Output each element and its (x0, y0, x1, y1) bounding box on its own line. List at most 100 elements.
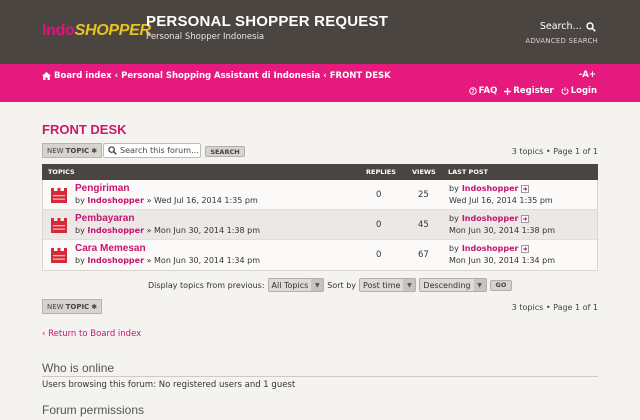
view-latest-post-icon[interactable] (521, 215, 530, 223)
breadcrumb-category[interactable]: Personal Shopping Assistant di Indonesia (121, 71, 320, 81)
search-icon (586, 21, 596, 32)
sort-by-label: Sort by (327, 280, 357, 290)
column-header-replies: REPLIES (366, 168, 396, 176)
forum-permissions-heading: Forum permissions (42, 403, 145, 417)
topic-author-link[interactable]: Indoshopper (87, 226, 144, 235)
topic-title-link[interactable]: Pembayaran (75, 213, 134, 224)
topic-views: 45 (418, 220, 429, 230)
divider (42, 376, 598, 377)
breadcrumb-separator: ‹ (114, 71, 119, 81)
sort-direction-select[interactable]: Descending ▼ (419, 278, 487, 292)
topic-icon (51, 248, 67, 263)
faq-label: FAQ (478, 86, 498, 96)
topic-by: by (75, 226, 85, 235)
chevron-down-icon: ▼ (311, 279, 324, 291)
new-topic-suffix: TOPIC (65, 302, 90, 311)
table-row: Pembayaran by Indoshopper » Mon Jun 30, … (43, 210, 597, 240)
help-icon: ? (468, 87, 477, 95)
topic-icon (51, 218, 67, 233)
last-post: by Indoshopper Wed Jul 16, 2014 1:35 pm (449, 183, 553, 207)
login-link[interactable]: Login (561, 86, 597, 96)
register-link[interactable]: Register (504, 86, 554, 96)
topic-date: » Mon Jun 30, 2014 1:38 pm (146, 226, 261, 235)
header-search-label: Search… (539, 21, 582, 32)
sort-key-select[interactable]: Post time ▼ (359, 278, 417, 292)
last-post-author-link[interactable]: Indoshopper (462, 213, 519, 225)
site-title[interactable]: PERSONAL SHOPPER REQUEST (146, 13, 388, 30)
chevron-down-icon: ▼ (403, 279, 416, 291)
chevron-down-icon: ▼ (473, 279, 486, 291)
pagination-top: 3 topics • Page 1 of 1 (511, 147, 598, 156)
search-button[interactable]: SEARCH (205, 146, 245, 157)
new-topic-button[interactable]: NEW TOPIC ✱ (42, 143, 103, 158)
topic-icon (51, 188, 67, 203)
topics-table-header: TOPICS REPLIES VIEWS LAST POST (42, 164, 598, 180)
faq-link[interactable]: ? FAQ (468, 86, 498, 96)
last-post-author-link[interactable]: Indoshopper (462, 243, 519, 255)
breadcrumb: Board index ‹ Personal Shopping Assistan… (42, 71, 391, 81)
forum-search-input[interactable] (120, 146, 200, 155)
last-post-author-link[interactable]: Indoshopper (462, 183, 519, 195)
who-is-online-text: Users browsing this forum: No registered… (42, 380, 296, 390)
topic-meta: by Indoshopper » Wed Jul 16, 2014 1:35 p… (75, 196, 258, 205)
table-row: Pengiriman by Indoshopper » Wed Jul 16, … (43, 180, 597, 210)
page-title[interactable]: FRONT DESK (42, 122, 127, 137)
table-row: Cara Memesan by Indoshopper » Mon Jun 30… (43, 240, 597, 270)
site-subtitle: Personal Shopper Indonesia (146, 32, 265, 42)
view-latest-post-icon[interactable] (521, 185, 530, 193)
last-post-date: Mon Jun 30, 2014 1:34 pm (449, 256, 555, 265)
last-post-by: by (449, 244, 459, 253)
topics-period-value: All Topics (271, 280, 309, 290)
new-topic-suffix: TOPIC (65, 146, 90, 155)
topic-title-link[interactable]: Pengiriman (75, 183, 129, 194)
topic-replies: 0 (376, 190, 382, 200)
pagination-bottom: 3 topics • Page 1 of 1 (511, 303, 598, 312)
home-icon[interactable] (42, 72, 51, 80)
topics-list: Pengiriman by Indoshopper » Wed Jul 16, … (42, 180, 598, 271)
header-search-link[interactable]: Search… (540, 21, 596, 32)
topic-views: 25 (418, 190, 429, 200)
topic-date: » Wed Jul 16, 2014 1:35 pm (146, 196, 258, 205)
view-latest-post-icon[interactable] (521, 245, 530, 253)
breadcrumb-separator: ‹ (323, 71, 327, 81)
last-post-by: by (449, 184, 459, 193)
column-header-views: VIEWS (412, 168, 436, 176)
sort-direction-value: Descending (423, 280, 471, 290)
breadcrumb-current-forum[interactable]: FRONT DESK (330, 71, 391, 81)
sort-key-value: Post time (363, 280, 401, 290)
return-label: Return to Board index (48, 329, 142, 339)
display-topics-label: Display topics from previous: (148, 280, 265, 290)
new-topic-prefix: NEW (47, 302, 64, 311)
plus-icon (504, 87, 512, 95)
topics-period-select[interactable]: All Topics ▼ (267, 278, 325, 292)
navbar (0, 64, 640, 102)
topic-title-link[interactable]: Cara Memesan (75, 243, 146, 254)
topic-author-link[interactable]: Indoshopper (87, 196, 144, 205)
display-options: Display topics from previous: All Topics… (148, 278, 513, 292)
topic-replies: 0 (376, 250, 382, 260)
new-topic-button[interactable]: NEW TOPIC ✱ (42, 299, 103, 314)
font-size-control[interactable]: -A+ (579, 70, 596, 80)
last-post: by Indoshopper Mon Jun 30, 2014 1:34 pm (449, 243, 555, 267)
new-topic-prefix: NEW (47, 146, 64, 155)
topic-by: by (75, 256, 85, 265)
power-icon (561, 87, 569, 95)
topic-meta: by Indoshopper » Mon Jun 30, 2014 1:38 p… (75, 226, 260, 235)
breadcrumb-board-index[interactable]: Board index (54, 71, 112, 81)
return-to-board-link[interactable]: ‹ Return to Board index (42, 329, 141, 339)
last-post-by: by (449, 214, 459, 223)
login-label: Login (570, 86, 597, 96)
go-button[interactable]: GO (489, 279, 513, 291)
topic-views: 67 (418, 250, 429, 260)
topic-author-link[interactable]: Indoshopper (87, 256, 144, 265)
site-logo[interactable]: IndoSHOPPER (42, 22, 151, 40)
advanced-search-link[interactable]: ADVANCED SEARCH (525, 37, 598, 45)
svg-text:?: ? (471, 89, 474, 95)
register-label: Register (513, 86, 554, 96)
column-header-topics: TOPICS (48, 168, 75, 176)
logo-text-shopper: SHOPPER (74, 22, 151, 39)
last-post: by Indoshopper Mon Jun 30, 2014 1:38 pm (449, 213, 555, 237)
star-icon: ✱ (91, 302, 98, 311)
topic-replies: 0 (376, 220, 382, 230)
topic-meta: by Indoshopper » Mon Jun 30, 2014 1:34 p… (75, 256, 260, 265)
